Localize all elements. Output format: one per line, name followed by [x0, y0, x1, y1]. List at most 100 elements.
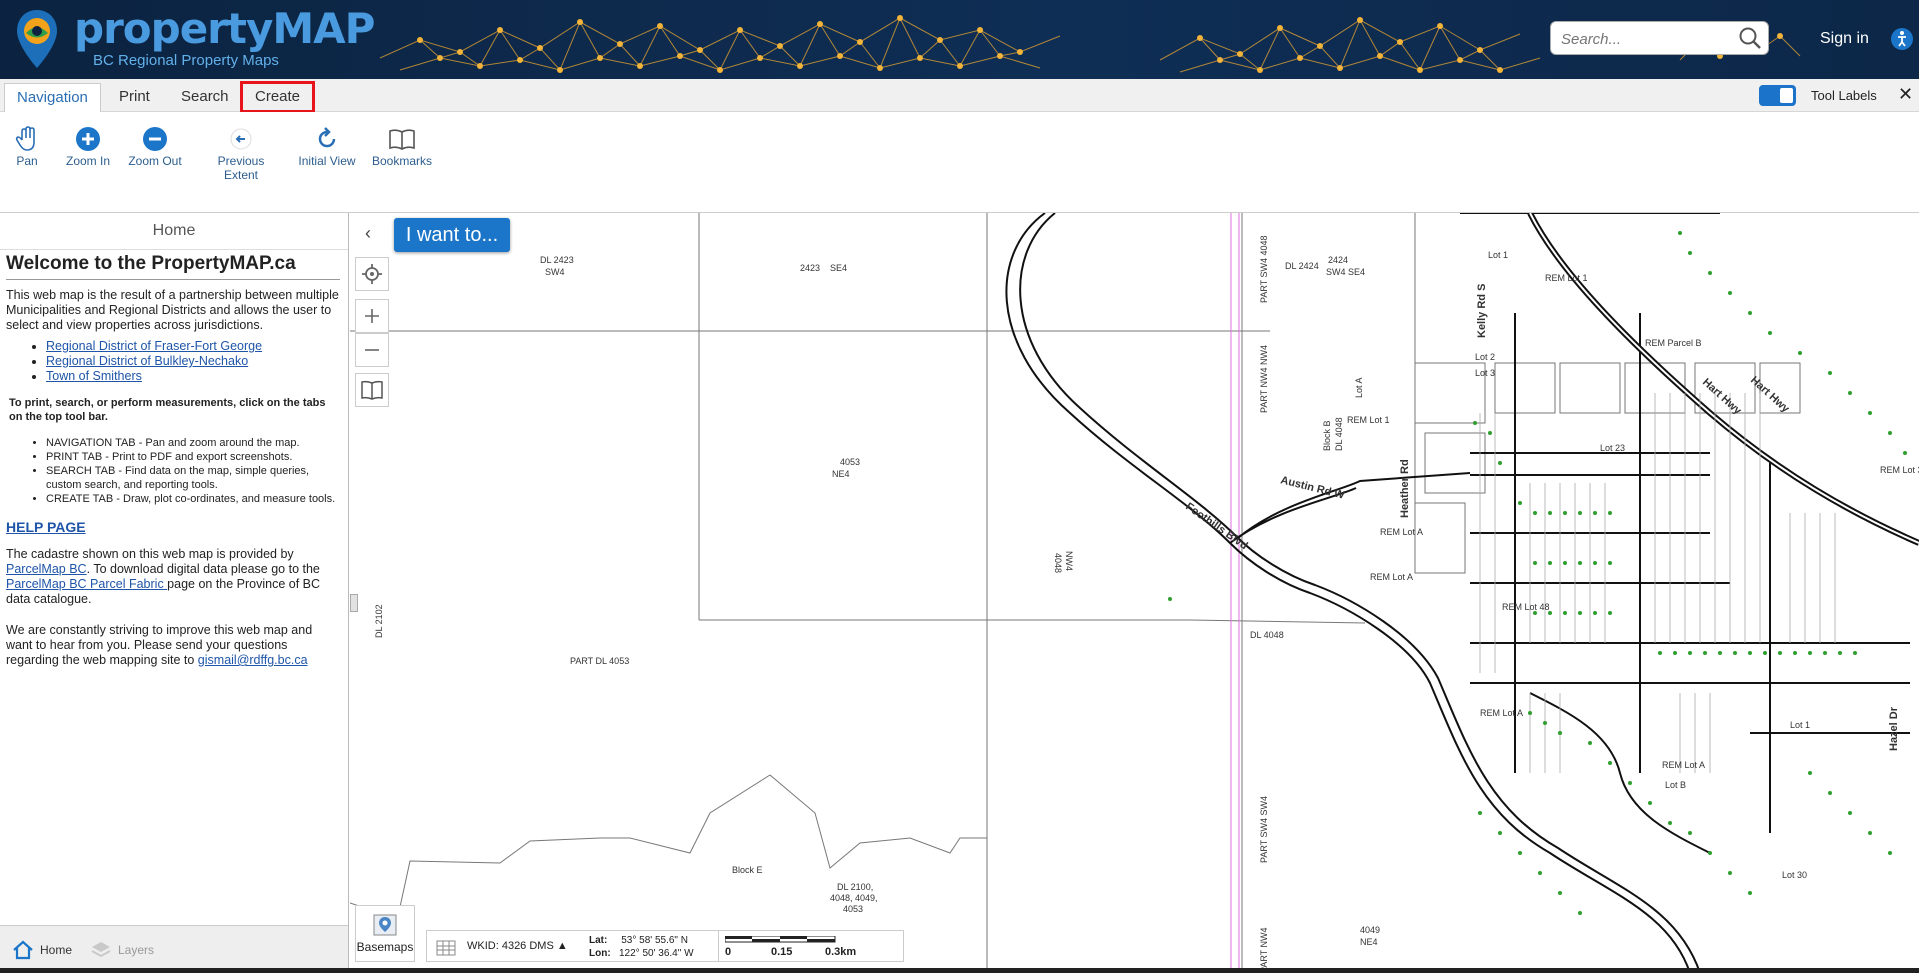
basemaps-label: Basemaps: [356, 940, 414, 954]
street-label: Foothills Blvd: [1183, 501, 1249, 553]
pan-button[interactable]: Pan: [12, 124, 42, 168]
window-bottom-edge: [0, 968, 1919, 973]
locate-me-button[interactable]: [355, 257, 389, 291]
header-banner: propertyMAP BC Regional Property Maps Si…: [0, 0, 1919, 79]
parcel-label: 4053: [843, 904, 863, 914]
parcel-label: DL 2423: [540, 255, 574, 265]
map-zoom-in-button[interactable]: [355, 299, 389, 333]
tab-create[interactable]: Create: [239, 81, 316, 113]
tab-help-list: NAVIGATION TAB - Pan and zoom around the…: [6, 436, 340, 506]
welcome-heading: Welcome to the PropertyMAP.ca: [6, 254, 340, 280]
panel-body: Welcome to the PropertyMAP.ca This web m…: [0, 250, 348, 668]
map-view[interactable]: DL 2423 SW4 2423 SE4 DL 2424 2424 SW4 SE…: [350, 213, 1919, 973]
parcelmap-bc-link[interactable]: ParcelMap BC: [6, 562, 87, 576]
minus-icon: [365, 349, 379, 351]
scale-label: 0.3km: [825, 946, 857, 958]
zoom-out-label: Zoom Out: [128, 154, 182, 168]
scale-label: 0.15: [771, 946, 793, 958]
coordinate-readout: Lat: 53° 58' 55.6" N Lon: 122° 50' 36.4"…: [589, 934, 694, 960]
list-item: PRINT TAB - Print to PDF and export scre…: [46, 450, 340, 464]
parcel-fabric-link[interactable]: ParcelMap BC Parcel Fabric: [6, 577, 167, 591]
tool-labels-toggle[interactable]: [1759, 85, 1796, 106]
search-input[interactable]: [1559, 23, 1743, 55]
parcel-label: DL 4048: [1250, 630, 1284, 640]
logo-subtitle: BC Regional Property Maps: [93, 52, 279, 69]
sign-in-link[interactable]: Sign in: [1820, 30, 1869, 48]
initial-view-label: Initial View: [298, 154, 356, 168]
initial-view-button[interactable]: Initial View: [297, 124, 357, 168]
home-icon: [13, 940, 33, 960]
book-icon: [389, 129, 415, 150]
search-icon[interactable]: [1738, 26, 1762, 50]
map-bookmarks-button[interactable]: [355, 373, 389, 407]
footer-home-label: Home: [40, 943, 73, 957]
zoom-out-button[interactable]: Zoom Out: [127, 124, 183, 168]
panel-resize-handle[interactable]: [350, 594, 358, 612]
parcel-label: Lot 3: [1475, 368, 1495, 378]
wkid-selector[interactable]: WKID: 4326 DMS ▲: [467, 940, 568, 952]
contact-email-link[interactable]: gismail@rdffg.bc.ca: [198, 653, 308, 667]
list-item: Town of Smithers: [46, 369, 340, 384]
logo-pin-icon: [17, 10, 57, 68]
previous-extent-button[interactable]: Previous Extent: [200, 124, 282, 182]
parcel-label: 2424: [1328, 255, 1348, 265]
parcel-label: 2423: [800, 263, 820, 273]
parcel-label: DL 2424: [1285, 261, 1319, 271]
panel-footer: Home Layers: [0, 925, 348, 973]
parcel-map-canvas[interactable]: DL 2423 SW4 2423 SE4 DL 2424 2424 SW4 SE…: [350, 213, 1919, 973]
layers-icon: [91, 942, 111, 958]
parcel-label: NE4: [1360, 937, 1378, 947]
parcel-label: 4048: [1053, 553, 1063, 573]
scale-bar-graphic: [725, 936, 836, 943]
wkid-text: WKID: 4326 DMS: [467, 940, 554, 952]
lon-label: Lon:: [589, 948, 611, 959]
footer-layers-tab[interactable]: Layers: [90, 940, 154, 960]
basemaps-button[interactable]: Basemaps: [355, 905, 415, 962]
parcel-label: Lot A: [1354, 377, 1364, 398]
parcel-label: Lot B: [1665, 780, 1686, 790]
minus-circle-icon: [143, 127, 167, 151]
close-icon[interactable]: ✕: [1898, 84, 1913, 105]
tab-navigation[interactable]: Navigation: [4, 83, 101, 113]
list-item: Regional District of Bulkley-Nechako: [46, 354, 340, 369]
instruction-text: To print, search, or perform measurement…: [9, 397, 326, 423]
cadastre-text: The cadastre shown on this web map is pr…: [6, 547, 340, 607]
i-want-to-button[interactable]: I want to...: [394, 218, 510, 252]
navigation-toolbar: Pan Zoom In Zoom Out Previous Extent Ini…: [0, 112, 1919, 213]
map-zoom-out-button[interactable]: [355, 333, 389, 367]
bookmarks-button[interactable]: Bookmarks: [372, 124, 432, 168]
panel-title: Home: [0, 213, 348, 250]
link-town-of-smithers[interactable]: Town of Smithers: [46, 369, 142, 383]
scale-label: 0: [725, 946, 732, 958]
search-box[interactable]: [1550, 21, 1769, 55]
cadastre-part-2: . To download digital data please go to …: [86, 562, 320, 576]
parcel-label: SW4: [545, 267, 565, 277]
contact-text: We are constantly striving to improve th…: [6, 623, 340, 668]
parcel-label: REM Lot 48: [1502, 602, 1550, 612]
collapse-panel-chevron-icon[interactable]: ‹: [355, 218, 381, 248]
footer-layers-label: Layers: [118, 943, 155, 957]
parcel-label: PART NW4 NW4: [1259, 345, 1269, 413]
parcel-label: 4053: [840, 457, 860, 467]
tab-search[interactable]: Search: [169, 83, 241, 111]
link-fraser-fort-george[interactable]: Regional District of Fraser-Fort George: [46, 339, 262, 353]
help-page-link[interactable]: HELP PAGE: [6, 519, 86, 535]
basemap-pin-icon: [373, 914, 397, 936]
pan-label: Pan: [16, 154, 38, 168]
plus-circle-icon: [76, 127, 100, 151]
link-bulkley-nechako[interactable]: Regional District of Bulkley-Nechako: [46, 354, 248, 368]
tab-print[interactable]: Print: [107, 83, 162, 111]
plus-icon: [365, 309, 379, 323]
parcel-label: Lot 2: [1475, 352, 1495, 362]
list-item: CREATE TAB - Draw, plot co-ordinates, an…: [46, 492, 340, 506]
home-panel: Home Welcome to the PropertyMAP.ca This …: [0, 213, 349, 973]
footer-home-tab[interactable]: Home: [12, 940, 72, 960]
list-item: Regional District of Fraser-Fort George: [46, 339, 340, 354]
parcel-label: DL 2100,: [837, 882, 873, 892]
parcel-label: PART SW4 4048: [1259, 235, 1269, 303]
zoom-in-label: Zoom In: [65, 154, 110, 168]
street-label: Hazel Dr: [1888, 706, 1900, 751]
parcel-label: 4049: [1360, 925, 1380, 935]
zoom-in-button[interactable]: Zoom In: [64, 124, 112, 168]
accessibility-icon[interactable]: [1890, 27, 1914, 51]
